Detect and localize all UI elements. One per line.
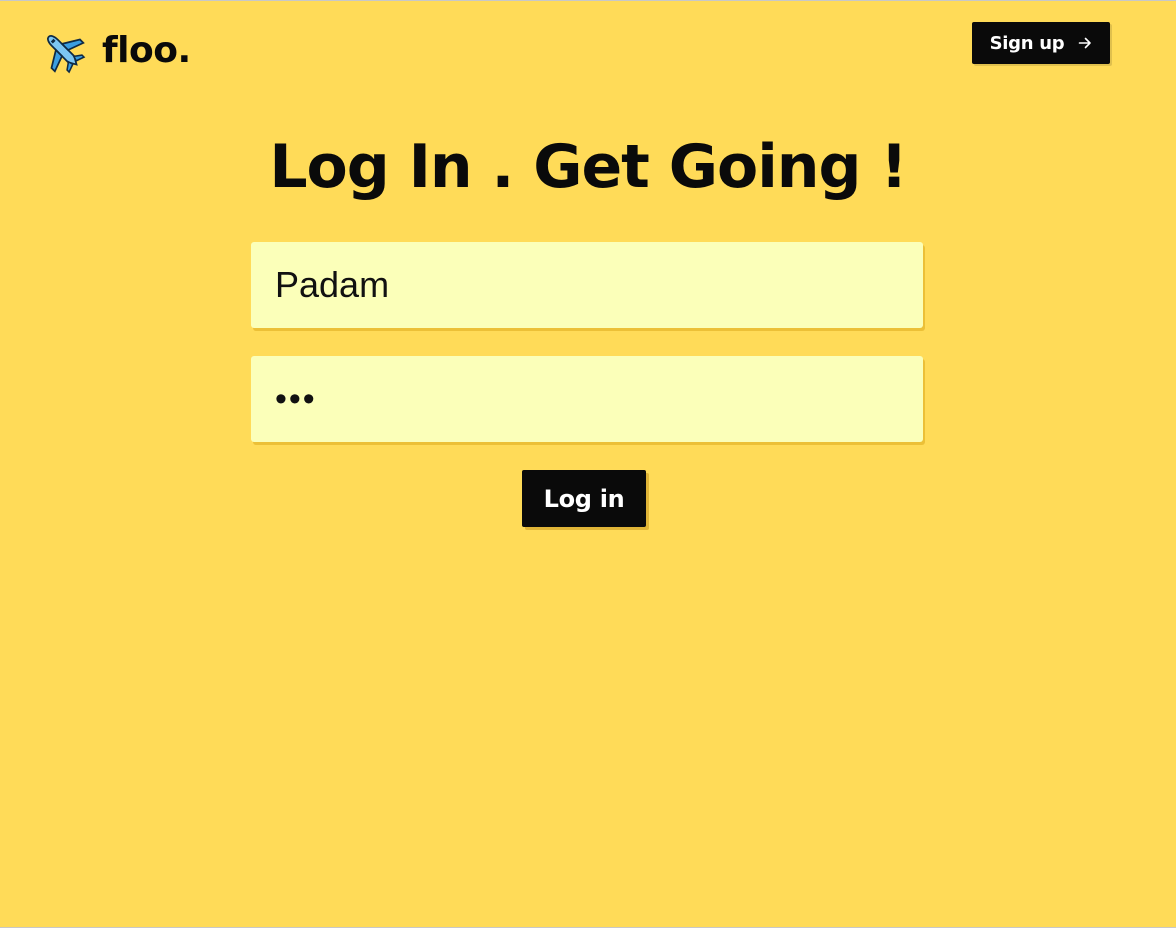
page-title-text: Log In . Get Going !: [269, 132, 907, 202]
page-title: Log In . Get Going !: [0, 127, 1176, 207]
login-button[interactable]: Log in: [522, 470, 646, 527]
username-input[interactable]: [251, 242, 923, 328]
signup-label: Sign up: [989, 32, 1065, 54]
arrow-right-icon: [1079, 37, 1092, 49]
signup-button[interactable]: Sign up: [972, 22, 1110, 64]
brand-logo[interactable]: floo.: [40, 27, 191, 75]
login-page: floo. Sign up Log In . Get Going ! Log i…: [0, 1, 1176, 927]
brand-name: floo.: [102, 30, 191, 71]
airplane-icon: [47, 35, 86, 74]
password-input[interactable]: [251, 356, 923, 442]
